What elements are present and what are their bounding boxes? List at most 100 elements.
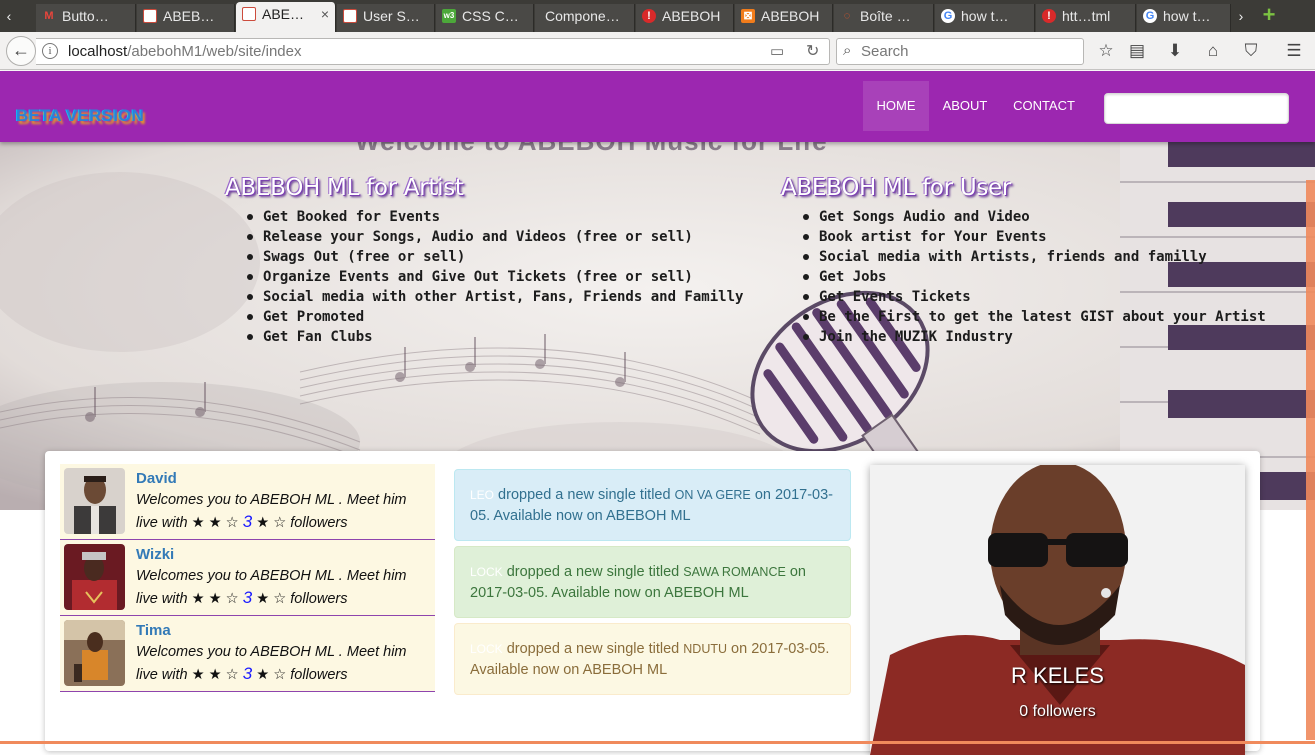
tab-scroll-left-button[interactable]: ‹ [0, 0, 18, 32]
release-song-title[interactable]: ON VA GERE [675, 488, 751, 502]
user-benefits: ABEBOH ML for User Get Songs Audio and V… [781, 175, 1266, 347]
pocket-icon[interactable]: ⛉ [1240, 40, 1262, 62]
star-rating-icon: ★ ★ ☆ [191, 515, 239, 531]
artist-description: Welcomes you to ABEBOH ML . Meet him liv… [136, 642, 431, 686]
url-bar[interactable]: i localhost/abebohM1/web/site/index ▭ ↻ [36, 38, 830, 65]
list-item[interactable]: David Welcomes you to ABEBOH ML . Meet h… [60, 464, 435, 540]
tab-label: ABEBOH [761, 8, 820, 24]
artist-name[interactable]: Wizki [136, 546, 174, 563]
artist-photo[interactable] [64, 620, 125, 686]
list-item: Release your Songs, Audio and Videos (fr… [247, 227, 743, 247]
artist-name[interactable]: Tima [136, 622, 171, 639]
menu-icon[interactable]: ☰ [1283, 40, 1305, 62]
star-icon[interactable]: ☆ [1095, 40, 1117, 62]
browser-tab[interactable]: Compone… [535, 4, 635, 32]
release-artist[interactable]: LOCK [470, 642, 503, 656]
list-item[interactable]: Tima Welcomes you to ABEBOH ML . Meet hi… [60, 616, 435, 692]
content-panel: David Welcomes you to ABEBOH ML . Meet h… [45, 451, 1260, 755]
tab-label: how t… [1163, 8, 1211, 24]
release-text: dropped a new single titled [506, 564, 680, 580]
tab-label: ABEBOH [662, 8, 721, 24]
artist-benefits: ABEBOH ML for Artist Get Booked for Even… [225, 175, 743, 347]
star-rating-icon: ★ ☆ [256, 591, 287, 607]
browser-tab[interactable]: ◌ Boîte … [834, 4, 934, 32]
reading-list-icon[interactable]: ▤ [1126, 40, 1148, 62]
release-song-title[interactable]: SAWA ROMANCE [683, 565, 786, 579]
artist-benefits-title: ABEBOH ML for Artist [225, 175, 464, 201]
nav-about[interactable]: ABOUT [935, 81, 995, 131]
browser-tab[interactable]: ABEB… [137, 4, 235, 32]
list-item: Get Events Tickets [803, 287, 1266, 307]
search-icon: ⌕ [843, 42, 852, 59]
home-icon[interactable]: ⌂ [1202, 40, 1224, 62]
list-item: Book artist for Your Events [803, 227, 1266, 247]
avatar [64, 468, 125, 534]
list-item: Be the First to get the latest GIST abou… [803, 307, 1266, 327]
followers-label: followers [290, 515, 348, 531]
list-item[interactable]: Wizki Welcomes you to ABEBOH ML . Meet h… [60, 540, 435, 616]
artist-name[interactable]: David [136, 470, 177, 487]
back-button[interactable]: ← [6, 36, 36, 66]
browser-toolbar: ← i localhost/abebohM1/web/site/index ▭ … [0, 32, 1315, 70]
reader-view-icon[interactable]: ▭ [770, 42, 784, 60]
favicon-icon: M [44, 10, 54, 22]
loading-icon: ◌ [843, 10, 851, 22]
artist-photo[interactable] [64, 544, 125, 610]
browser-tab-bar: ‹ M Butto… ABEB… ABE… × User S… w3 CSS C… [0, 0, 1315, 32]
browser-tab[interactable]: G how t… [1137, 4, 1231, 32]
nav-home[interactable]: HOME [863, 81, 929, 131]
nav-contact[interactable]: CONTACT [1005, 81, 1083, 131]
browser-tab-active[interactable]: ABE… × [236, 2, 336, 32]
favicon-icon [143, 9, 157, 23]
featured-artist-name[interactable]: R KELES [870, 663, 1245, 689]
browser-search-input[interactable] [861, 42, 1076, 61]
list-item: Swags Out (free or sell) [247, 247, 743, 267]
download-icon[interactable]: ⬇ [1164, 40, 1186, 62]
warning-icon: ! [1042, 9, 1056, 23]
artist-photo[interactable] [64, 468, 125, 534]
browser-tab[interactable]: ! htt…tml [1036, 4, 1136, 32]
star-rating-icon: ★ ★ ☆ [191, 667, 239, 683]
url-path: /abebohM1/web/site/index [127, 43, 302, 60]
browser-tab[interactable]: ⊠ ABEBOH [735, 4, 833, 32]
site-search-input[interactable] [1104, 93, 1289, 124]
artist-benefits-list: Get Booked for Events Release your Songs… [247, 207, 743, 347]
site-brand[interactable]: BETA VERSION [16, 106, 144, 126]
reload-icon[interactable]: ↻ [806, 41, 819, 61]
tab-label: User S… [363, 8, 420, 24]
page-scrollbar[interactable] [1306, 180, 1315, 740]
browser-tab[interactable]: G how t… [935, 4, 1035, 32]
tab-label: how t… [961, 8, 1009, 24]
close-icon[interactable]: × [321, 2, 329, 26]
url-text[interactable]: localhost/abebohM1/web/site/index [68, 43, 301, 60]
browser-search-bar[interactable]: ⌕ [836, 38, 1084, 65]
browser-tab[interactable]: M Butto… [36, 4, 136, 32]
release-alert: LEO dropped a new single titled ON VA GE… [454, 469, 851, 541]
user-benefits-list: Get Songs Audio and Video Book artist fo… [803, 207, 1266, 347]
release-artist[interactable]: LOCK [470, 565, 503, 579]
info-icon[interactable]: i [42, 43, 58, 59]
new-releases: LEO dropped a new single titled ON VA GE… [454, 469, 851, 700]
followers-label: followers [290, 591, 348, 607]
browser-tab[interactable]: User S… [337, 4, 435, 32]
browser-tab[interactable]: w3 CSS C… [436, 4, 534, 32]
release-song-title[interactable]: NDUTU [683, 642, 727, 656]
avatar [64, 620, 125, 686]
artist-list: David Welcomes you to ABEBOH ML . Meet h… [60, 464, 435, 692]
release-alert: LOCK dropped a new single titled NDUTU o… [454, 623, 851, 695]
list-item: Get Promoted [247, 307, 743, 327]
new-tab-button[interactable]: + [1258, 4, 1280, 28]
release-artist[interactable]: LEO [470, 488, 494, 502]
tab-scroll-right-button[interactable]: › [1232, 0, 1250, 32]
back-arrow-icon: ← [12, 40, 30, 60]
list-item: Join the MUZIK Industry [803, 327, 1266, 347]
artist-description: Welcomes you to ABEBOH ML . Meet him liv… [136, 566, 431, 610]
tab-label: Boîte … [860, 8, 911, 24]
hero-welcome-text: Welcome to ABEBOH Music for Life [355, 142, 828, 157]
featured-artist-card[interactable]: R KELES 0 followers [870, 465, 1245, 755]
follower-count: 3 [242, 664, 253, 683]
follower-count: 3 [242, 512, 253, 531]
follower-count: 3 [242, 588, 253, 607]
list-item: Get Songs Audio and Video [803, 207, 1266, 227]
browser-tab[interactable]: ! ABEBOH [636, 4, 734, 32]
